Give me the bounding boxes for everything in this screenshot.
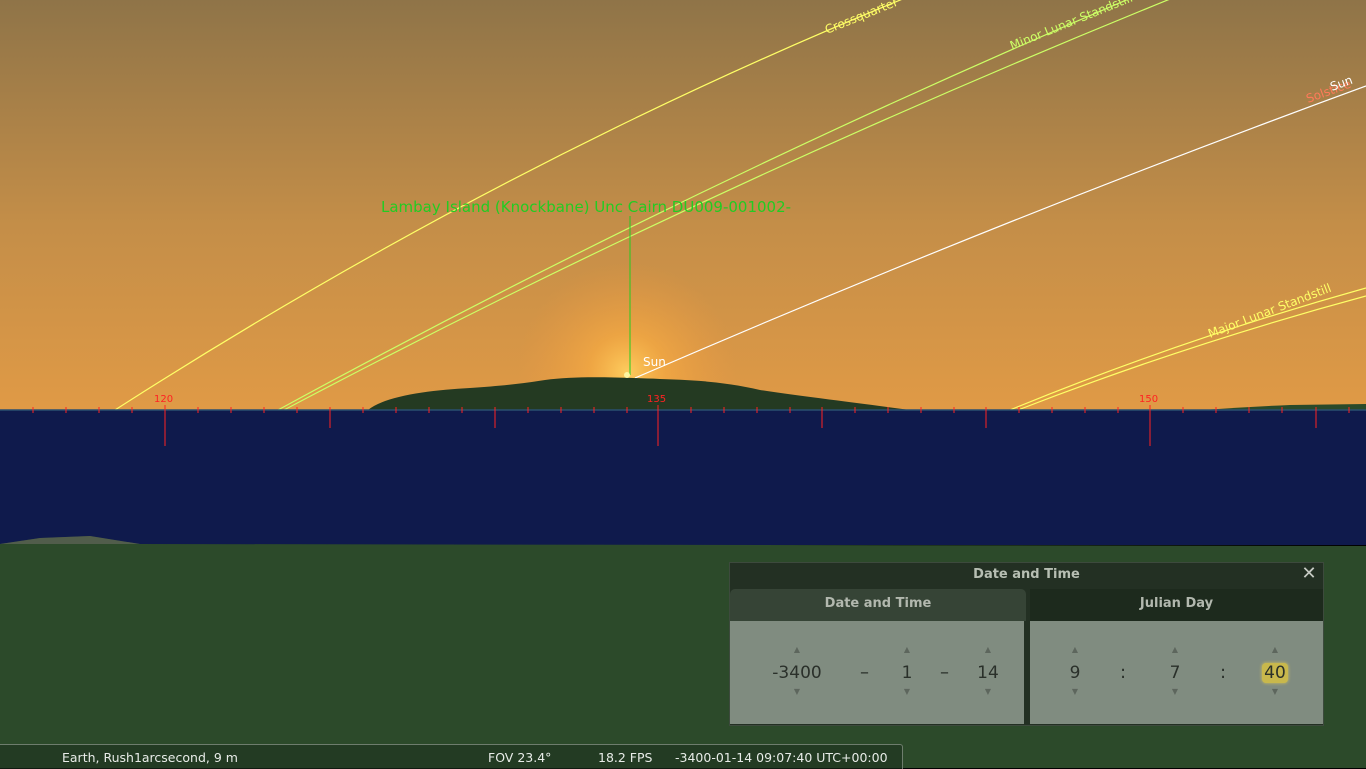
date-time-dialog: Date and Time ✕ Date and Time Julian Day… <box>729 562 1324 726</box>
close-icon[interactable]: ✕ <box>1299 564 1319 584</box>
fov-readout: FOV 23.4° <box>488 750 552 765</box>
second-spinner[interactable]: ▲ 40 ▼ <box>1258 621 1292 724</box>
minute-down-icon[interactable]: ▼ <box>1160 687 1190 696</box>
date-pane: ▲ -3400 ▼ – ▲ 1 ▼ – ▲ 14 ▼ <box>730 621 1024 724</box>
fps-readout: 18.2 FPS <box>598 750 653 765</box>
month-spinner[interactable]: ▲ 1 ▼ <box>892 621 922 724</box>
location-readout[interactable]: Earth, Rush1arcsecond, 9 m <box>62 750 238 765</box>
month-down-icon[interactable]: ▼ <box>892 687 922 696</box>
day-down-icon[interactable]: ▼ <box>970 687 1006 696</box>
hour-up-icon[interactable]: ▲ <box>1060 645 1090 654</box>
datetime-readout[interactable]: -3400-01-14 09:07:40 UTC+00:00 <box>675 750 888 765</box>
month-value[interactable]: 1 <box>892 663 922 683</box>
year-up-icon[interactable]: ▲ <box>762 645 832 654</box>
date-separator: – <box>940 662 949 683</box>
status-bar: Earth, Rush1arcsecond, 9 m FOV 23.4° 18.… <box>0 744 903 769</box>
azimuth-label-150: 150 <box>1139 394 1158 405</box>
day-up-icon[interactable]: ▲ <box>970 645 1006 654</box>
month-up-icon[interactable]: ▲ <box>892 645 922 654</box>
date-separator: – <box>860 662 869 683</box>
year-value[interactable]: -3400 <box>762 663 832 683</box>
minute-up-icon[interactable]: ▲ <box>1160 645 1190 654</box>
day-value[interactable]: 14 <box>970 663 1006 683</box>
sun-disc[interactable] <box>624 372 630 378</box>
dialog-title[interactable]: Date and Time <box>730 567 1323 582</box>
minute-spinner[interactable]: ▲ 7 ▼ <box>1160 621 1190 724</box>
second-down-icon[interactable]: ▼ <box>1258 687 1292 696</box>
time-separator: : <box>1220 662 1227 683</box>
time-separator: : <box>1120 662 1127 683</box>
azimuth-label-120: 120 <box>154 394 173 405</box>
sea <box>0 410 1366 545</box>
second-up-icon[interactable]: ▲ <box>1258 645 1292 654</box>
hour-spinner[interactable]: ▲ 9 ▼ <box>1060 621 1090 724</box>
day-spinner[interactable]: ▲ 14 ▼ <box>970 621 1006 724</box>
azimuth-label-135: 135 <box>647 394 666 405</box>
time-pane: ▲ 9 ▼ : ▲ 7 ▼ : ▲ 40 ▼ <box>1030 621 1323 724</box>
hour-value[interactable]: 9 <box>1060 663 1090 683</box>
year-down-icon[interactable]: ▼ <box>762 687 832 696</box>
year-spinner[interactable]: ▲ -3400 ▼ <box>762 621 832 724</box>
landmark-label[interactable]: Lambay Island (Knockbane) Unc Cairn DU00… <box>381 198 791 216</box>
hour-down-icon[interactable]: ▼ <box>1060 687 1090 696</box>
minute-value[interactable]: 7 <box>1160 663 1190 683</box>
tab-julian-day[interactable]: Julian Day <box>1030 589 1323 621</box>
second-value[interactable]: 40 <box>1262 663 1288 683</box>
sun-label: Sun <box>643 355 666 369</box>
tab-date-and-time[interactable]: Date and Time <box>730 589 1026 621</box>
